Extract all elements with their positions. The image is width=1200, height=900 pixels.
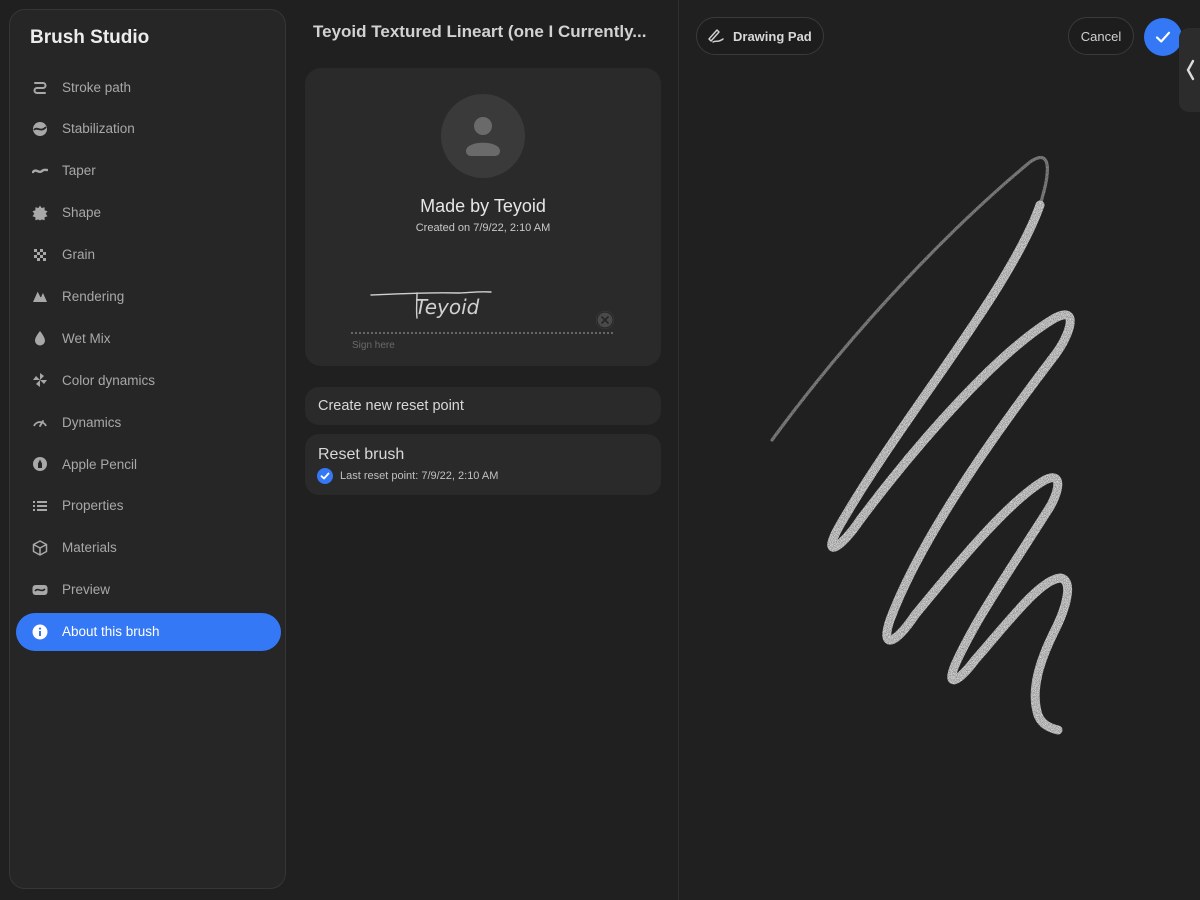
last-reset-point: Last reset point: 7/9/22, 2:10 AM bbox=[317, 468, 498, 484]
apple-pencil-icon bbox=[31, 455, 49, 473]
drawing-pad-icon bbox=[707, 27, 725, 45]
sidebar-item-dynamics[interactable]: Dynamics bbox=[16, 403, 281, 441]
sidebar-item-label: Dynamics bbox=[62, 414, 122, 430]
sidebar-item-about-this-brush[interactable]: About this brush bbox=[16, 612, 281, 651]
sidebar-item-label: Grain bbox=[62, 247, 96, 263]
sidebar-item-taper[interactable]: Taper bbox=[16, 152, 281, 190]
reset-brush-label: Reset brush bbox=[318, 446, 405, 463]
sidebar-item-label: Preview bbox=[62, 582, 111, 598]
created-date: Created on 7/9/22, 2:10 AM bbox=[415, 222, 551, 234]
create-reset-point-button[interactable]: Create new reset point bbox=[305, 387, 661, 425]
signature-line bbox=[351, 332, 613, 334]
stroke-path-icon bbox=[31, 78, 49, 96]
sidebar-item-color-dynamics[interactable]: Color dynamics bbox=[16, 361, 281, 399]
sidebar-item-label: Shape bbox=[62, 205, 102, 221]
brush-title: Teyoid Textured Lineart (one I Currently… bbox=[313, 22, 647, 41]
checkmark-icon bbox=[1155, 31, 1171, 43]
author-card: Made by Teyoid Created on 7/9/22, 2:10 A… bbox=[305, 68, 661, 366]
checkmark-icon bbox=[317, 468, 333, 484]
sidebar-item-materials[interactable]: Materials bbox=[16, 529, 281, 567]
sidebar-item-stabilization[interactable]: Stabilization bbox=[16, 110, 281, 148]
materials-icon bbox=[31, 539, 49, 557]
cancel-label: Cancel bbox=[1080, 28, 1122, 44]
sidebar-item-label: Color dynamics bbox=[62, 372, 156, 388]
sidebar: Brush Studio Stroke path Stabilization T… bbox=[9, 9, 286, 889]
sidebar-item-properties[interactable]: Properties bbox=[16, 487, 281, 525]
brush-stroke-preview bbox=[770, 155, 1075, 735]
info-icon bbox=[31, 623, 49, 641]
signature-text: Teyoid bbox=[415, 295, 480, 319]
sidebar-item-wet-mix[interactable]: Wet Mix bbox=[16, 319, 281, 357]
collapse-panel-tab[interactable] bbox=[1179, 28, 1200, 112]
sidebar-item-label: Stroke path bbox=[62, 79, 132, 95]
reset-brush-button[interactable]: Reset brush Last reset point: 7/9/22, 2:… bbox=[305, 434, 661, 495]
stabilization-icon bbox=[31, 120, 49, 138]
sidebar-item-label: About this brush bbox=[62, 624, 160, 640]
sign-here-label: Sign here bbox=[352, 340, 395, 351]
sidebar-item-label: Stabilization bbox=[62, 121, 135, 137]
sidebar-item-label: Properties bbox=[62, 498, 124, 514]
color-dynamics-icon bbox=[31, 371, 49, 389]
last-reset-point-text: Last reset point: 7/9/22, 2:10 AM bbox=[340, 470, 499, 482]
shape-icon bbox=[31, 204, 49, 222]
panel-divider bbox=[678, 0, 679, 900]
sidebar-item-label: Materials bbox=[62, 540, 117, 556]
drawing-canvas[interactable] bbox=[680, 60, 1180, 760]
sidebar-item-label: Rendering bbox=[62, 288, 125, 304]
sidebar-item-label: Wet Mix bbox=[62, 330, 111, 346]
sidebar-menu: Stroke path Stabilization Taper Shape Gr… bbox=[16, 68, 281, 654]
clear-signature-button[interactable] bbox=[596, 311, 614, 329]
create-reset-point-label: Create new reset point bbox=[318, 398, 464, 414]
avatar[interactable] bbox=[441, 94, 525, 178]
grain-icon bbox=[31, 246, 49, 264]
sidebar-title: Brush Studio bbox=[30, 27, 150, 48]
drawing-pad-label: Drawing Pad bbox=[733, 28, 812, 44]
wet-mix-icon bbox=[31, 329, 49, 347]
done-button[interactable] bbox=[1144, 18, 1182, 56]
rendering-icon bbox=[31, 287, 49, 305]
brush-studio-screen: Brush Studio Stroke path Stabilization T… bbox=[0, 0, 1200, 900]
sidebar-item-apple-pencil[interactable]: Apple Pencil bbox=[16, 445, 281, 483]
sidebar-item-grain[interactable]: Grain bbox=[16, 236, 281, 274]
sidebar-item-stroke-path[interactable]: Stroke path bbox=[16, 68, 281, 106]
cancel-button[interactable]: Cancel bbox=[1068, 17, 1134, 55]
person-icon bbox=[466, 117, 500, 156]
sidebar-item-label: Apple Pencil bbox=[62, 456, 138, 472]
preview-icon bbox=[31, 581, 49, 599]
close-icon bbox=[596, 311, 614, 329]
dynamics-icon bbox=[31, 413, 49, 431]
signature[interactable]: Teyoid bbox=[367, 282, 497, 328]
sidebar-item-label: Taper bbox=[62, 163, 96, 179]
drawing-pad-button[interactable]: Drawing Pad bbox=[696, 17, 824, 55]
author-name: Made by Teyoid bbox=[420, 196, 546, 216]
properties-icon bbox=[31, 497, 49, 515]
sidebar-item-preview[interactable]: Preview bbox=[16, 571, 281, 609]
chevron-left-icon bbox=[1186, 59, 1194, 81]
taper-icon bbox=[31, 162, 49, 180]
sidebar-item-rendering[interactable]: Rendering bbox=[16, 277, 281, 315]
sidebar-item-shape[interactable]: Shape bbox=[16, 194, 281, 232]
